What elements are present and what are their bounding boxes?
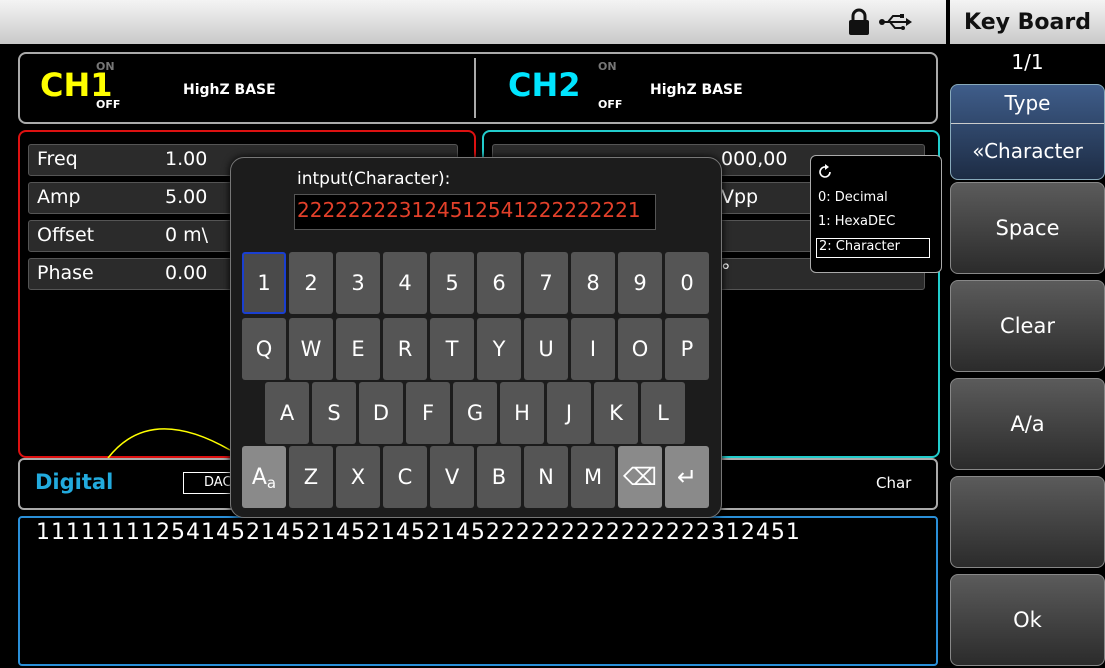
- ch1-mode: HighZ BASE: [183, 82, 276, 98]
- rotate-icon: [819, 164, 831, 178]
- key-j[interactable]: J: [547, 382, 591, 444]
- key-enter[interactable]: ↵: [665, 446, 709, 508]
- key-5[interactable]: 5: [430, 252, 474, 314]
- key-l[interactable]: L: [641, 382, 685, 444]
- key-3[interactable]: 3: [336, 252, 380, 314]
- param-value: 1.00: [165, 148, 208, 170]
- param-value: 0.00: [165, 262, 208, 284]
- ok-button[interactable]: Ok: [950, 574, 1105, 666]
- key-u[interactable]: U: [524, 318, 568, 380]
- key-0[interactable]: 0: [665, 252, 709, 314]
- param-label: Freq: [37, 148, 78, 170]
- param-label: Phase: [37, 262, 94, 284]
- ch1-off: OFF: [96, 98, 121, 111]
- status-bar: [0, 0, 946, 44]
- case-toggle-button[interactable]: A/a: [950, 378, 1105, 470]
- ch2-label[interactable]: CH2: [508, 66, 581, 104]
- key-6[interactable]: 6: [477, 252, 521, 314]
- key-z[interactable]: Z: [289, 446, 333, 508]
- key-h[interactable]: H: [500, 382, 544, 444]
- ch2-on: ON: [598, 60, 617, 73]
- channel-header: [18, 52, 938, 124]
- key-p[interactable]: P: [665, 318, 709, 380]
- param-label: Amp: [37, 186, 81, 208]
- param-value: Vpp: [721, 186, 759, 208]
- usb-icon: [879, 14, 912, 30]
- key-8[interactable]: 8: [571, 252, 615, 314]
- key-v[interactable]: V: [430, 446, 474, 508]
- space-button[interactable]: Space: [950, 182, 1105, 274]
- key-x[interactable]: X: [336, 446, 380, 508]
- key-7[interactable]: 7: [524, 252, 568, 314]
- data-text: 1111111125414521452145214521452222222222…: [36, 520, 801, 545]
- param-value: 000,00: [721, 148, 788, 170]
- type-option-decimal[interactable]: 0: Decimal: [816, 190, 930, 210]
- key-9[interactable]: 9: [618, 252, 662, 314]
- key-backspace[interactable]: ⌫: [618, 446, 662, 508]
- param-value: 0 m\: [165, 224, 209, 246]
- key-a[interactable]: A: [265, 382, 309, 444]
- char-label: Char: [876, 474, 912, 492]
- key-w[interactable]: W: [289, 318, 333, 380]
- param-value: °: [721, 260, 731, 282]
- key-n[interactable]: N: [524, 446, 568, 508]
- key-f[interactable]: F: [406, 382, 450, 444]
- key-t[interactable]: T: [430, 318, 474, 380]
- lock-icon: [849, 8, 869, 35]
- key-case[interactable]: Aa: [242, 446, 286, 508]
- page-indicator: 1/1: [1011, 50, 1044, 74]
- keyboard-title: Key Board: [950, 0, 1105, 44]
- input-label: intput(Character):: [297, 169, 451, 189]
- waveform-trace: [107, 428, 231, 459]
- key-i[interactable]: I: [571, 318, 615, 380]
- key-r[interactable]: R: [383, 318, 427, 380]
- key-q[interactable]: Q: [242, 318, 286, 380]
- key-o[interactable]: O: [618, 318, 662, 380]
- key-c[interactable]: C: [383, 446, 427, 508]
- key-g[interactable]: G: [453, 382, 497, 444]
- key-2[interactable]: 2: [289, 252, 333, 314]
- param-label: Offset: [37, 224, 95, 246]
- key-4[interactable]: 4: [383, 252, 427, 314]
- dac-box: DAC: [183, 472, 233, 494]
- key-d[interactable]: D: [359, 382, 403, 444]
- ch2-off: OFF: [598, 98, 623, 111]
- input-field[interactable]: 222222223124512541222222221: [294, 194, 656, 230]
- type-option-character[interactable]: 2: Character: [816, 238, 930, 258]
- key-e[interactable]: E: [336, 318, 380, 380]
- type-softkey[interactable]: Type «Character: [950, 84, 1105, 180]
- type-label: Type: [1004, 91, 1051, 115]
- empty-softkey[interactable]: [950, 476, 1105, 568]
- key-s[interactable]: S: [312, 382, 356, 444]
- type-value: «Character: [972, 139, 1083, 163]
- key-m[interactable]: M: [571, 446, 615, 508]
- clear-button[interactable]: Clear: [950, 280, 1105, 372]
- key-y[interactable]: Y: [477, 318, 521, 380]
- key-k[interactable]: K: [594, 382, 638, 444]
- key-b[interactable]: B: [477, 446, 521, 508]
- digital-label: Digital: [35, 470, 114, 494]
- param-value: 5.00: [165, 186, 208, 208]
- type-option-hexadec[interactable]: 1: HexaDEC: [816, 214, 930, 234]
- ch1-on: ON: [96, 60, 115, 73]
- ch2-mode: HighZ BASE: [650, 82, 743, 98]
- key-1[interactable]: 1: [242, 252, 286, 314]
